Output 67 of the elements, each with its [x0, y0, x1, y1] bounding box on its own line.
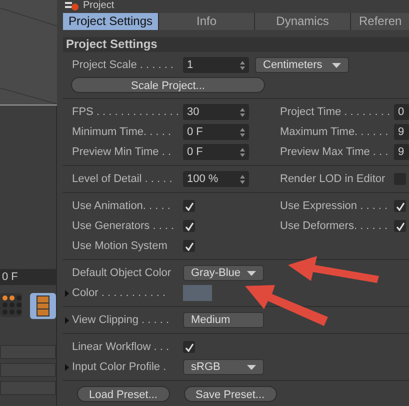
field-label: Use Deformers. . . . . .	[280, 218, 389, 234]
color-swatch[interactable]	[183, 285, 212, 301]
sidebar-field[interactable]	[0, 363, 56, 377]
field-label: Use Expression . . . . .	[280, 198, 389, 214]
caret-icon	[332, 62, 341, 68]
number-field[interactable]: 30	[183, 104, 249, 120]
field-label: Maximum Time. . . . . .	[280, 124, 390, 140]
spinner-icon[interactable]	[240, 148, 245, 156]
spinner-icon[interactable]	[240, 60, 245, 70]
window-title: Project	[83, 0, 114, 12]
field-label: Project Time . . . . . . . .	[280, 104, 392, 120]
number-field[interactable]: 9	[394, 144, 409, 160]
field-label: FPS . . . . . . . . . . . . . .	[71, 104, 180, 120]
checkmark-icon	[184, 222, 194, 230]
number-field[interactable]: 0	[394, 104, 409, 120]
checkbox[interactable]	[183, 220, 195, 232]
field-label: Color . . . . . . . . . . .	[71, 286, 167, 301]
tab[interactable]: Project Settings	[63, 13, 159, 30]
checkmark-icon	[184, 242, 194, 250]
field-label: Use Animation. . . . .	[71, 198, 172, 214]
caret-icon	[247, 270, 256, 276]
field-label: Linear Workflow . . .	[71, 340, 170, 355]
checkbox[interactable]	[394, 220, 406, 232]
field-label: Project Scale . . . . . .	[71, 58, 174, 73]
field-label: Use Motion System	[71, 238, 168, 254]
dropdown[interactable]: Gray-Blue	[183, 265, 264, 281]
field-label: Input Color Profile .	[71, 360, 168, 375]
field-label: Use Generators . . . .	[71, 218, 176, 234]
preset-button[interactable]: Load Preset...	[77, 386, 170, 402]
field-label: View Clipping . . . . .	[71, 312, 170, 328]
field-label: Render LOD in Editor	[280, 172, 386, 187]
spinner-icon[interactable]	[240, 174, 245, 184]
number-field[interactable]: 9	[394, 124, 409, 140]
tab[interactable]: Dynamics	[255, 13, 351, 30]
checkmark-icon	[184, 342, 194, 352]
number-field[interactable]: 0 F	[183, 124, 249, 140]
caret-icon	[247, 364, 256, 370]
preset-button[interactable]: Save Preset...	[184, 386, 277, 402]
dot-grid-icon[interactable]	[0, 293, 22, 317]
spinner-icon[interactable]	[240, 128, 245, 136]
field-label: Minimum Time. . . . .	[71, 124, 172, 140]
checkmark-icon	[396, 222, 404, 230]
film-strip-icon[interactable]	[30, 293, 56, 319]
checkmark-icon	[184, 202, 194, 210]
sidebar-field[interactable]	[0, 345, 56, 359]
time-field[interactable]: 0 F	[0, 269, 56, 285]
section-header: Project Settings	[63, 37, 409, 52]
sidebar-field[interactable]	[0, 381, 56, 395]
field-label: Level of Detail . . . . .	[71, 172, 174, 187]
checkbox[interactable]	[183, 240, 195, 252]
spinner-icon[interactable]	[240, 108, 245, 116]
checkbox[interactable]	[183, 200, 195, 212]
checkbox[interactable]	[394, 200, 406, 212]
checkmark-icon	[396, 202, 404, 210]
field-label: Preview Max Time . . .	[280, 144, 390, 160]
tab[interactable]: Info	[159, 13, 255, 30]
number-field[interactable]: 0 F	[183, 144, 249, 160]
number-field[interactable]: 1	[183, 57, 249, 73]
tab[interactable]: Referen	[351, 13, 409, 30]
scale-project-button[interactable]: Scale Project...	[71, 77, 265, 93]
dropdown[interactable]: Medium	[183, 312, 264, 328]
field-label: Preview Min Time . .	[71, 144, 172, 160]
number-field[interactable]: 100 %	[183, 171, 249, 187]
field-label: Default Object Color	[71, 266, 172, 281]
dropdown[interactable]: Centimeters	[255, 57, 349, 73]
dropdown[interactable]: sRGB	[183, 359, 264, 375]
checkbox[interactable]	[183, 341, 195, 353]
